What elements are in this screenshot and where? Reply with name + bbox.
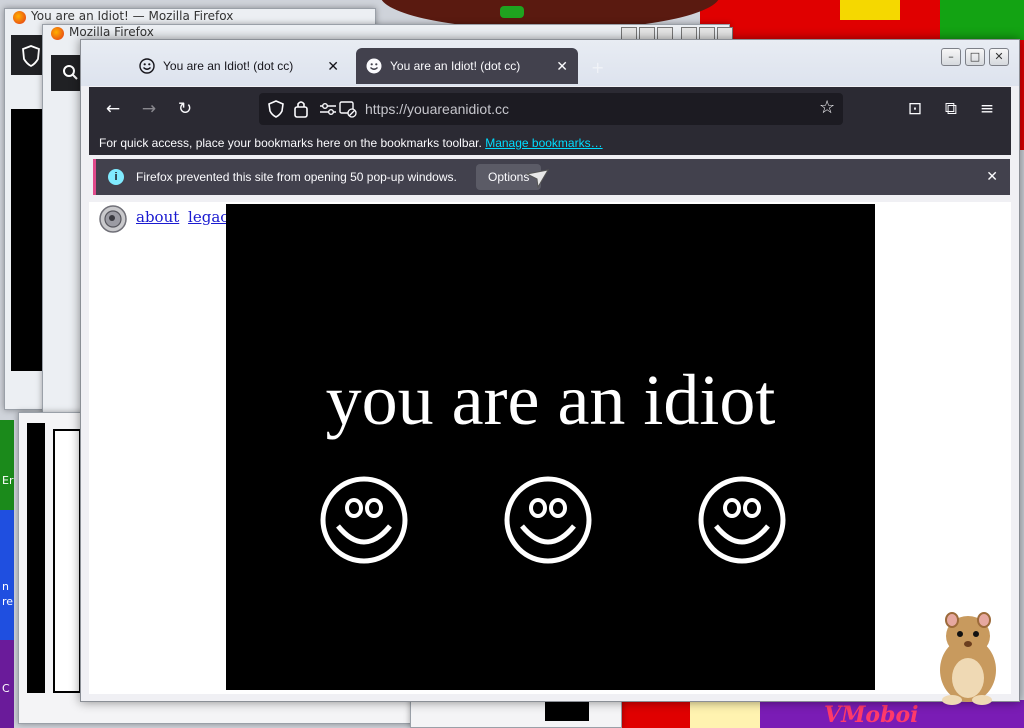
wallpaper-green — [940, 0, 1024, 40]
page-headline: you are an idiot — [325, 360, 776, 440]
url-text[interactable]: https://youareanidiot.cc — [365, 101, 509, 117]
smiley-face-icon — [504, 476, 592, 564]
manage-bookmarks-link[interactable]: Manage bookmarks… — [485, 136, 602, 150]
forward-button[interactable]: → — [137, 97, 161, 121]
mouse-cursor-icon — [526, 169, 549, 188]
wallpaper-bottom-yellow — [690, 700, 760, 728]
browser-window[interactable]: You are an Idiot! (dot cc) ✕ You are an … — [80, 39, 1020, 702]
window-title: You are an Idiot! — Mozilla Firefox — [31, 9, 234, 23]
close-tab-button[interactable]: ✕ — [327, 58, 339, 75]
back-button[interactable]: ← — [101, 97, 125, 121]
wallpaper-blue-stripe — [0, 510, 14, 640]
window-controls: – □ ✕ — [941, 48, 1009, 66]
window-title: Mozilla Firefox — [69, 25, 154, 39]
extensions-icon[interactable]: ⧉ — [939, 97, 963, 121]
bookmarks-hint: For quick access, place your bookmarks h… — [99, 131, 603, 155]
tab-title: You are an Idiot! (dot cc) — [163, 59, 294, 73]
permissions-icon[interactable] — [319, 101, 337, 117]
close-tab-button[interactable]: ✕ — [556, 58, 568, 75]
close-window-button[interactable]: ✕ — [989, 48, 1009, 66]
smiley-face-icon — [698, 476, 786, 564]
left-text-fragment: Er — [2, 474, 14, 487]
about-link[interactable]: about — [136, 208, 179, 226]
minimize-button[interactable]: – — [941, 48, 961, 66]
content-fragment — [27, 423, 45, 693]
tab-youareanidiot-active[interactable]: You are an Idiot! (dot cc) ✕ — [356, 48, 578, 84]
content-fragment — [11, 109, 45, 371]
lock-icon[interactable] — [293, 99, 309, 119]
content-fragment — [53, 429, 81, 693]
idiot-animation-stage: you are an idiot — [226, 204, 875, 690]
page-content: about legacy safe you are an idiot — [89, 202, 1011, 694]
url-bar[interactable]: https://youareanidiot.cc ☆ — [259, 93, 843, 125]
shield-icon[interactable] — [267, 99, 285, 119]
tab-strip: You are an Idiot! (dot cc) ✕ You are an … — [81, 40, 1019, 86]
wallpaper-yellow — [840, 0, 900, 20]
smiley-icon — [366, 58, 382, 74]
bookmarks-hint-text: For quick access, place your bookmarks h… — [99, 136, 482, 150]
info-icon: i — [108, 169, 124, 185]
firefox-icon — [51, 27, 64, 40]
notification-message: Firefox prevented this site from opening… — [136, 170, 457, 184]
bookmark-star-icon[interactable]: ☆ — [819, 97, 835, 118]
popup-blocked-notification: i Firefox prevented this site from openi… — [93, 159, 1010, 195]
reload-button[interactable]: ↻ — [173, 97, 197, 121]
smiley-face-icon — [320, 476, 408, 564]
smiley-icon — [139, 58, 155, 74]
pocket-icon[interactable]: ⊡ — [903, 97, 927, 121]
close-notification-button[interactable]: ✕ — [986, 168, 998, 185]
left-text-fragment: re — [2, 595, 14, 608]
wallpaper-green-shape — [500, 6, 524, 18]
left-text-fragment: C — [2, 682, 10, 695]
hamster-icon — [940, 612, 996, 705]
popup-blocked-icon[interactable] — [339, 100, 357, 118]
menu-icon[interactable]: ≡ — [975, 97, 999, 121]
wallpaper-green-stripe — [0, 420, 14, 510]
bookmarks-toolbar: For quick access, place your bookmarks h… — [89, 131, 1011, 155]
navigation-toolbar: ← → ↻ https://youareanidiot.cc ☆ ⊡ ⧉ ≡ — [89, 87, 1011, 131]
firefox-icon — [13, 11, 26, 24]
maximize-button[interactable]: □ — [965, 48, 985, 66]
tab-youareanidiot[interactable]: You are an Idiot! (dot cc) ✕ — [129, 48, 349, 84]
left-text-fragment: n — [2, 580, 9, 593]
new-tab-icon[interactable]: + — [591, 58, 604, 77]
tab-title: You are an Idiot! (dot cc) — [390, 59, 521, 73]
speaker-icon[interactable] — [97, 204, 129, 234]
watermark-text: VMoboi — [824, 702, 919, 728]
